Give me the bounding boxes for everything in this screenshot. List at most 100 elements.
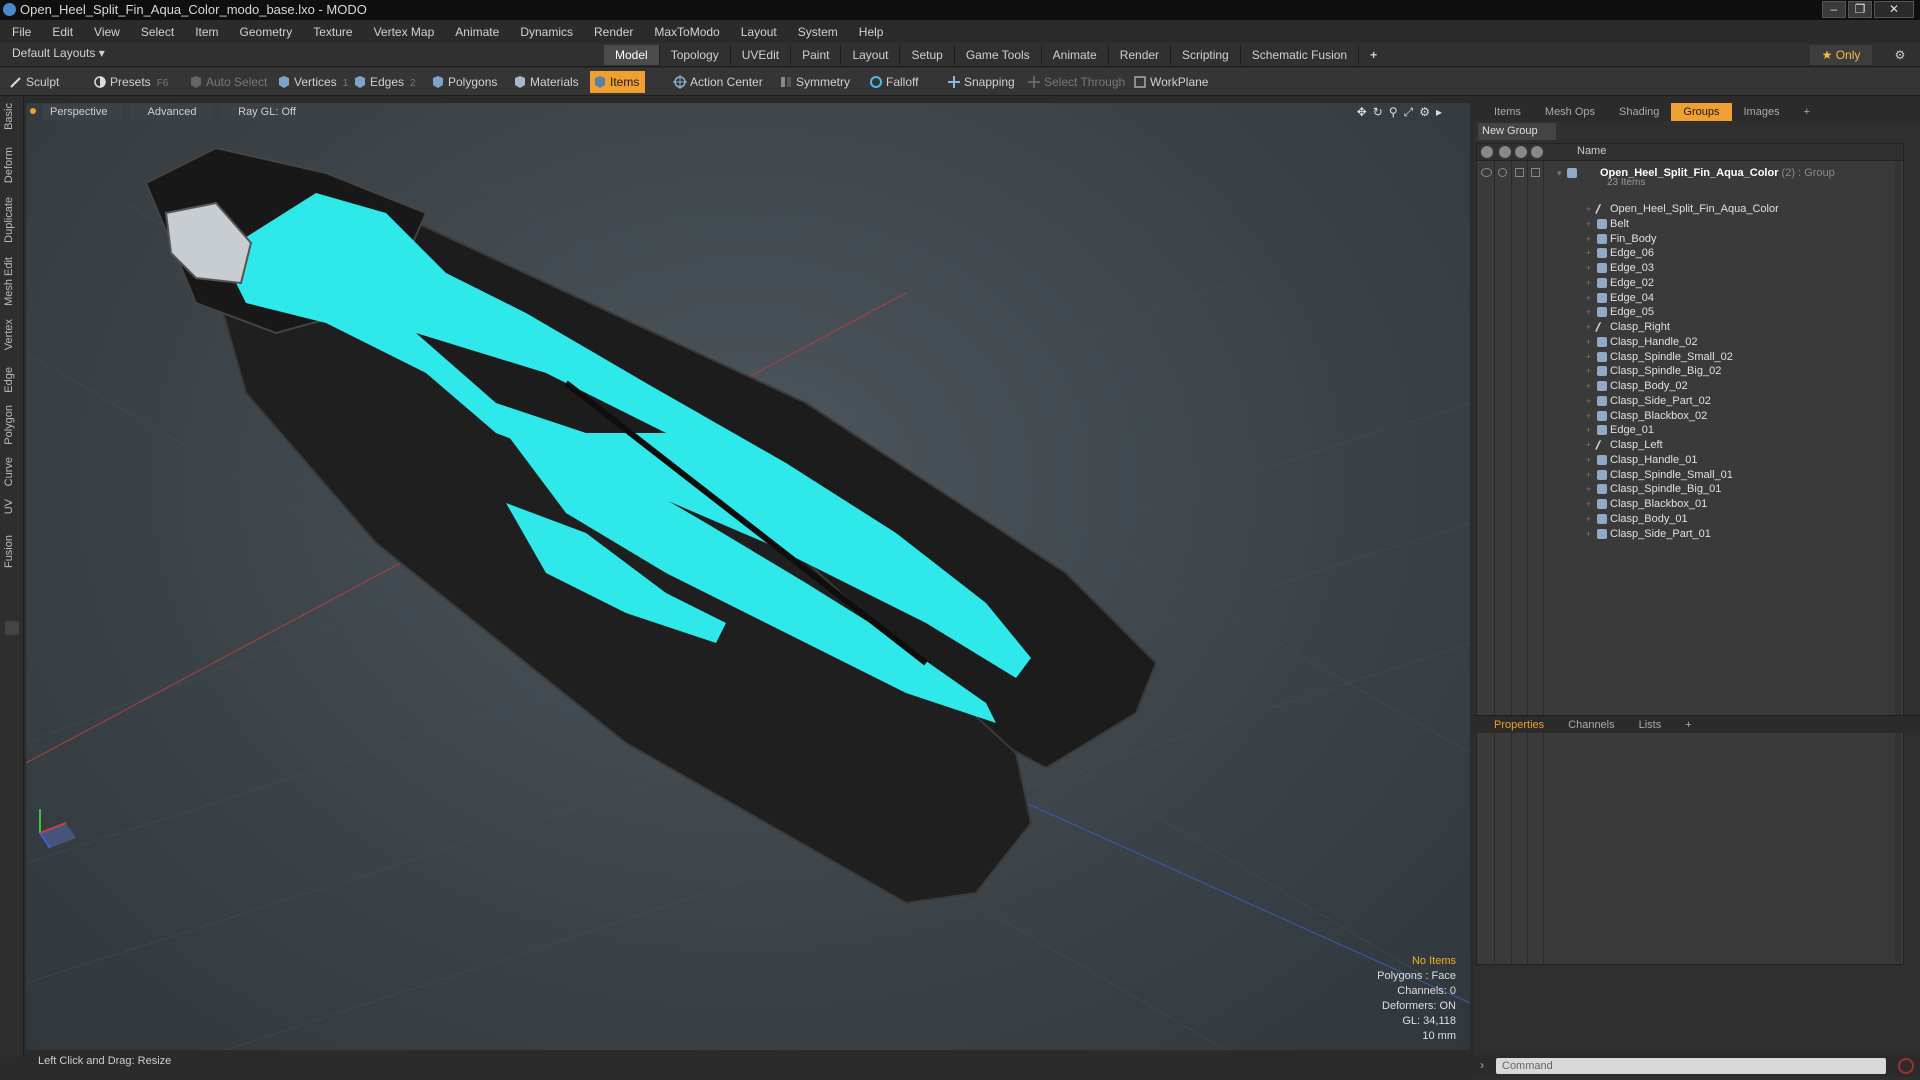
tab-game-tools[interactable]: Game Tools xyxy=(955,45,1042,65)
eye-icon[interactable] xyxy=(1481,168,1492,177)
select-through-button[interactable]: Select Through xyxy=(1024,71,1125,93)
left-tab-deform[interactable]: Deform xyxy=(3,147,21,183)
tab-model[interactable]: Model xyxy=(604,45,660,65)
expand-icon[interactable]: + xyxy=(1586,525,1591,543)
menu-animate[interactable]: Animate xyxy=(455,25,499,39)
add-tab-button[interactable]: + xyxy=(1359,45,1388,65)
lock-column-icon[interactable] xyxy=(1515,146,1527,158)
tab-setup[interactable]: Setup xyxy=(900,45,955,65)
menu-dynamics[interactable]: Dynamics xyxy=(520,25,573,39)
tab-images[interactable]: Images xyxy=(1732,103,1792,121)
stop-icon[interactable] xyxy=(1898,1058,1914,1074)
menu-view[interactable]: View xyxy=(94,25,120,39)
auto-select-button[interactable]: Auto Select xyxy=(186,71,267,93)
menu-help[interactable]: Help xyxy=(859,25,884,39)
presets-button[interactable]: Presets F6 xyxy=(90,71,168,93)
tab-schematic-fusion[interactable]: Schematic Fusion xyxy=(1241,45,1360,65)
render-column-icon[interactable] xyxy=(1499,146,1511,158)
only-toggle[interactable]: ★ Only xyxy=(1810,45,1872,65)
tab-uvedit[interactable]: UVEdit xyxy=(731,45,792,65)
add-properties-tab-button[interactable]: + xyxy=(1673,716,1703,733)
menu-select[interactable]: Select xyxy=(141,25,174,39)
tab-shading[interactable]: Shading xyxy=(1607,103,1671,121)
menu-texture[interactable]: Texture xyxy=(313,25,352,39)
collapse-icon[interactable]: ▾ xyxy=(1557,164,1562,182)
menu-vertex-map[interactable]: Vertex Map xyxy=(374,25,435,39)
left-tab-mesh-edit[interactable]: Mesh Edit xyxy=(3,257,21,306)
tab-groups[interactable]: Groups xyxy=(1671,103,1732,121)
tab-channels[interactable]: Channels xyxy=(1556,716,1626,733)
gl-status: GL: 34,118 xyxy=(1402,1015,1456,1027)
select-toggle-icon[interactable] xyxy=(1531,168,1540,177)
material-icon xyxy=(515,76,525,88)
group-row[interactable]: ▾ Open_Heel_Split_Fin_Aqua_Color (2) : G… xyxy=(1477,164,1903,182)
falloff-button[interactable]: Falloff xyxy=(866,71,918,93)
vertices-button[interactable]: Vertices 1 xyxy=(274,71,348,93)
tab-scripting[interactable]: Scripting xyxy=(1171,45,1241,65)
left-tab-curve[interactable]: Curve xyxy=(3,457,21,486)
tab-properties[interactable]: Properties xyxy=(1482,716,1556,733)
view-type-button[interactable]: Perspective xyxy=(42,104,122,120)
menu-maxtomodo[interactable]: MaxToModo xyxy=(654,25,719,39)
minimize-button[interactable]: – xyxy=(1822,1,1846,18)
tab-layout[interactable]: Layout xyxy=(841,45,901,65)
group-item-row[interactable]: + Clasp_Side_Part_01 xyxy=(1477,525,1903,543)
gear-icon[interactable]: ⚙ xyxy=(1890,45,1910,65)
panel-toggle-icon[interactable] xyxy=(5,621,19,635)
mesh-icon xyxy=(1597,351,1607,362)
raygl-button[interactable]: Ray GL: Off xyxy=(222,104,312,120)
left-tab-vertex[interactable]: Vertex xyxy=(3,319,21,350)
menu-file[interactable]: File xyxy=(12,25,31,39)
sculpt-button[interactable]: Sculpt xyxy=(6,71,59,93)
menu-edit[interactable]: Edit xyxy=(52,25,73,39)
left-tab-duplicate[interactable]: Duplicate xyxy=(3,197,21,243)
right-panel-tabs: Items Mesh Ops Shading Groups Images + xyxy=(1474,103,1920,121)
tab-items[interactable]: Items xyxy=(1482,103,1533,121)
tab-topology[interactable]: Topology xyxy=(660,45,731,65)
close-button[interactable]: ✕ xyxy=(1874,1,1914,18)
items-button[interactable]: Items xyxy=(590,71,646,93)
layouts-dropdown[interactable]: Default Layouts ▾ xyxy=(12,46,105,60)
menu-layout[interactable]: Layout xyxy=(741,25,777,39)
tab-render[interactable]: Render xyxy=(1109,45,1172,65)
polygons-button[interactable]: Polygons xyxy=(428,71,497,93)
viewport-menu-icon[interactable] xyxy=(30,108,36,114)
visibility-column-icon[interactable] xyxy=(1481,146,1493,158)
render-toggle-icon[interactable] xyxy=(1498,168,1507,177)
viewport-nav-icons[interactable]: ✥↻⚲⤢⚙▸ xyxy=(1357,105,1448,120)
shading-button[interactable]: Advanced xyxy=(130,104,214,120)
action-center-button[interactable]: Action Center xyxy=(670,71,763,93)
locator-icon xyxy=(1594,204,1610,214)
workplane-button[interactable]: WorkPlane xyxy=(1130,71,1208,93)
left-tab-uv[interactable]: UV xyxy=(3,499,21,514)
left-tab-basic[interactable]: Basic xyxy=(3,103,21,130)
name-column-header[interactable]: Name xyxy=(1577,145,1606,157)
menu-system[interactable]: System xyxy=(798,25,838,39)
tab-paint[interactable]: Paint xyxy=(791,45,842,65)
mesh-icon xyxy=(1597,528,1607,539)
menu-geometry[interactable]: Geometry xyxy=(240,25,293,39)
tab-lists[interactable]: Lists xyxy=(1627,716,1674,733)
symmetry-button[interactable]: Symmetry xyxy=(776,71,850,93)
command-input[interactable]: Command xyxy=(1496,1058,1886,1074)
left-tab-fusion[interactable]: Fusion xyxy=(3,535,21,568)
menu-item[interactable]: Item xyxy=(195,25,218,39)
channels-status: Channels: 0 xyxy=(1397,985,1456,997)
tab-mesh-ops[interactable]: Mesh Ops xyxy=(1533,103,1607,121)
left-tab-polygon[interactable]: Polygon xyxy=(3,405,21,445)
edges-button[interactable]: Edges 2 xyxy=(350,71,416,93)
maximize-button[interactable]: ❐ xyxy=(1848,1,1872,18)
layout-tabs: Model Topology UVEdit Paint Layout Setup… xyxy=(604,45,1388,65)
left-tab-edge[interactable]: Edge xyxy=(3,367,21,393)
3d-viewport[interactable]: No Items Polygons : Face Channels: 0 Def… xyxy=(26,103,1470,1050)
selection-status: No Items xyxy=(1411,955,1456,967)
menu-render[interactable]: Render xyxy=(594,25,633,39)
materials-button[interactable]: Materials xyxy=(510,71,579,93)
tree-scrollbar[interactable] xyxy=(1895,162,1901,962)
add-panel-tab-button[interactable]: + xyxy=(1792,103,1822,121)
snapping-button[interactable]: Snapping xyxy=(944,71,1015,93)
tab-animate[interactable]: Animate xyxy=(1042,45,1109,65)
new-group-button[interactable]: New Group xyxy=(1478,123,1556,140)
lock-toggle-icon[interactable] xyxy=(1515,168,1524,177)
select-column-icon[interactable] xyxy=(1531,146,1543,158)
